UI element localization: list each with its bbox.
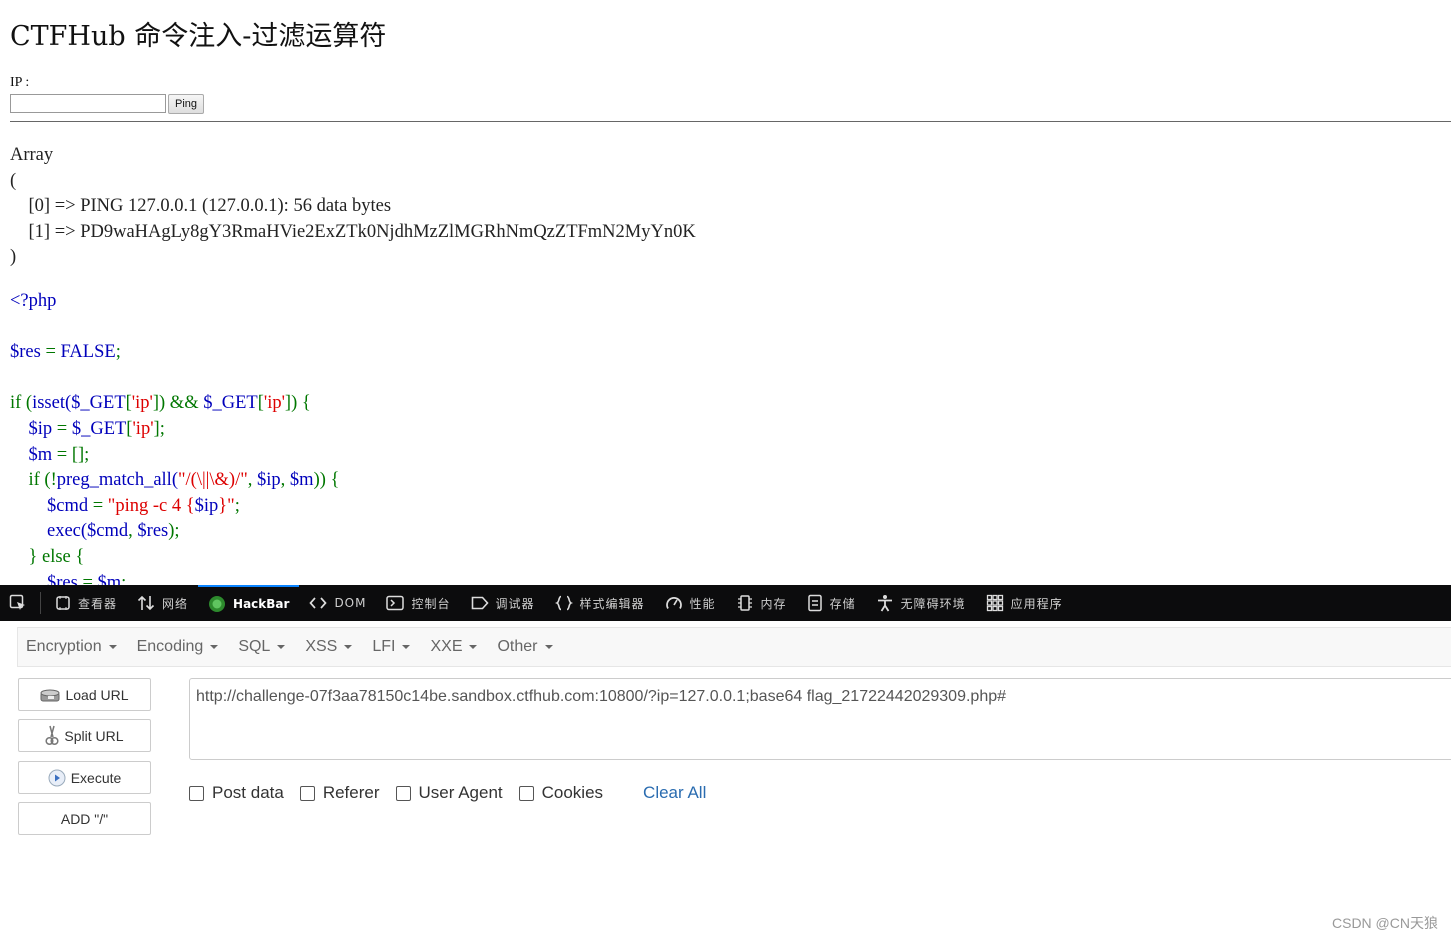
post-data-checkbox[interactable] <box>189 785 204 801</box>
request-options: Post data Referer User Agent Cookies Cle… <box>189 783 706 803</box>
play-icon <box>48 769 66 786</box>
tab-performance[interactable]: 性能 <box>655 585 726 621</box>
load-url-button[interactable]: Load URL <box>18 678 151 711</box>
storage-icon <box>807 594 822 612</box>
referer-checkbox[interactable] <box>299 785 315 801</box>
execute-button[interactable]: Execute <box>18 761 151 794</box>
style-editor-icon <box>554 595 573 611</box>
caret-down-icon <box>210 645 219 649</box>
menu-encryption[interactable]: Encryption <box>18 638 129 656</box>
application-icon <box>986 594 1003 612</box>
add-slash-button[interactable]: ADD "/" <box>18 802 151 835</box>
menu-encoding[interactable]: Encoding <box>129 638 231 656</box>
caret-down-icon <box>277 645 286 649</box>
hackbar-icon <box>209 596 226 612</box>
caret-down-icon <box>402 645 411 649</box>
tab-inspector[interactable]: 查看器 <box>45 585 127 621</box>
user-agent-option[interactable]: User Agent <box>395 783 503 803</box>
output-line: ) <box>10 247 17 267</box>
hackbar-menu: Encryption Encoding SQL XSS LFI XXE Othe… <box>17 627 1451 667</box>
post-data-option[interactable]: Post data <box>189 783 284 803</box>
menu-xss[interactable]: XSS <box>297 638 364 656</box>
php-source-code: <?php $res = FALSE; if (isset($_GET['ip'… <box>10 291 340 585</box>
caret-down-icon <box>544 645 553 649</box>
tab-hackbar[interactable]: HackBar <box>198 585 300 621</box>
caret-down-icon <box>108 645 117 649</box>
network-icon <box>137 595 155 611</box>
tab-debugger[interactable]: 调试器 <box>461 585 545 621</box>
caret-down-icon <box>344 645 353 649</box>
referer-option[interactable]: Referer <box>299 783 380 803</box>
hackbar-panel: Encryption Encoding SQL XSS LFI XXE Othe… <box>0 621 1451 938</box>
debugger-icon <box>471 596 489 610</box>
tab-accessibility[interactable]: 无障碍环境 <box>866 585 976 621</box>
ping-button[interactable]: Ping <box>168 94 205 114</box>
clear-all-link[interactable]: Clear All <box>643 783 706 803</box>
accessibility-icon <box>877 595 892 612</box>
inspector-icon <box>56 596 70 610</box>
split-url-button[interactable]: Split URL <box>18 719 151 752</box>
scissors-icon <box>45 725 59 745</box>
tab-console[interactable]: 控制台 <box>376 585 460 621</box>
tab-network[interactable]: 网络 <box>127 585 198 621</box>
command-output: Array ( [0] => PING 127.0.0.1 (127.0.0.1… <box>10 143 696 271</box>
tab-storage[interactable]: 存储 <box>797 585 866 621</box>
output-line: ( <box>10 170 17 191</box>
page-title: CTFHub 命令注入-过滤运算符 <box>10 21 387 52</box>
menu-lfi[interactable]: LFI <box>364 638 422 656</box>
cookies-checkbox[interactable] <box>518 785 534 801</box>
ip-input[interactable] <box>10 94 166 113</box>
menu-xxe[interactable]: XXE <box>422 638 489 656</box>
dom-icon <box>309 597 328 609</box>
tab-application[interactable]: 应用程序 <box>976 585 1073 621</box>
caret-down-icon <box>469 645 478 649</box>
toolbar-separator <box>40 592 41 614</box>
menu-sql[interactable]: SQL <box>230 638 297 656</box>
console-icon <box>386 595 405 611</box>
element-picker-icon[interactable] <box>0 585 36 621</box>
memory-icon <box>737 595 752 611</box>
ip-label: IP : <box>10 75 30 90</box>
cookies-option[interactable]: Cookies <box>518 783 603 803</box>
performance-icon <box>665 597 682 609</box>
watermark: CSDN @CN天狼 <box>1332 915 1438 931</box>
output-line: [0] => PING 127.0.0.1 (127.0.0.1): 56 da… <box>10 196 392 216</box>
load-url-icon <box>40 689 60 701</box>
tab-style-editor[interactable]: 样式编辑器 <box>545 585 655 621</box>
user-agent-checkbox[interactable] <box>395 785 411 801</box>
tab-dom[interactable]: DOM <box>299 585 376 621</box>
url-textarea[interactable]: http://challenge-07f3aa78150c14be.sandbo… <box>189 678 1451 760</box>
tab-memory[interactable]: 内存 <box>726 585 797 621</box>
page-content: CTFHub 命令注入-过滤运算符 IP : Ping Array ( [0] … <box>0 0 1451 585</box>
divider <box>10 121 1451 122</box>
devtools-toolbar: 查看器 网络 HackBar DOM 控制台 调试器 样式编辑器 性能 内存 存… <box>0 585 1451 621</box>
output-line: Array <box>10 145 54 165</box>
menu-other[interactable]: Other <box>489 638 564 656</box>
output-line: [1] => PD9waHAgLy8gY3RmaHVie2ExZTk0NjdhM… <box>10 221 696 242</box>
